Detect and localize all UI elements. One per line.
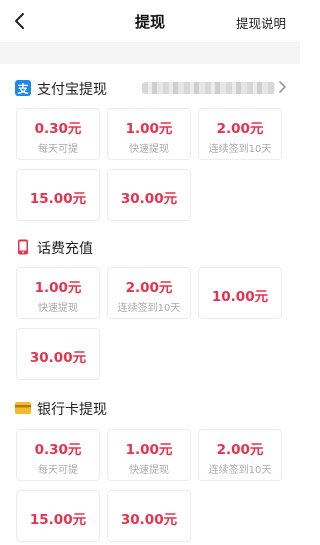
option-card[interactable]: 30.00元 xyxy=(107,490,191,542)
section-bank-card[interactable]: 银行卡提现 xyxy=(0,394,300,422)
section-label: 银行卡提现 xyxy=(37,402,107,418)
option-card[interactable]: 1.00元 快速提现 xyxy=(107,429,191,481)
option-amount: 15.00元 xyxy=(29,191,87,207)
option-note: 快速提现 xyxy=(129,465,169,476)
option-card[interactable]: 15.00元 xyxy=(16,169,100,221)
masked-account xyxy=(142,82,275,94)
option-card[interactable]: 0.30元 每天可提 xyxy=(16,108,100,160)
option-amount: 2.00元 xyxy=(216,121,264,137)
option-amount: 30.00元 xyxy=(120,191,178,207)
svg-text:支: 支 xyxy=(17,82,30,96)
bank-card-icon xyxy=(15,402,31,414)
option-amount: 2.00元 xyxy=(125,280,173,296)
option-card[interactable]: 1.00元 快速提现 xyxy=(16,267,100,319)
section-label: 支付宝提现 xyxy=(37,82,107,98)
option-card[interactable]: 30.00元 xyxy=(107,169,191,221)
option-card[interactable]: 2.00元 连续签到10天 xyxy=(107,267,191,319)
option-card[interactable]: 30.00元 xyxy=(16,328,100,380)
header-divider xyxy=(0,42,300,64)
option-note: 每天可提 xyxy=(38,144,78,155)
top-bar: 提现 提现说明 xyxy=(0,0,300,42)
option-note: 连续签到10天 xyxy=(208,465,272,476)
phone-icon xyxy=(18,239,28,255)
option-card[interactable]: 1.00元 快速提现 xyxy=(107,108,191,160)
alipay-icon: 支 xyxy=(15,80,31,96)
option-card[interactable]: 2.00元 连续签到10天 xyxy=(198,108,282,160)
option-card[interactable]: 2.00元 连续签到10天 xyxy=(198,429,282,481)
option-amount: 30.00元 xyxy=(120,512,178,528)
section-phone-topup[interactable]: 话费充值 xyxy=(0,233,300,261)
option-note: 连续签到10天 xyxy=(117,303,181,314)
option-card[interactable]: 15.00元 xyxy=(16,490,100,542)
option-amount: 1.00元 xyxy=(34,280,82,296)
option-note: 快速提现 xyxy=(38,303,78,314)
withdraw-help-link[interactable]: 提现说明 xyxy=(236,13,286,32)
option-amount: 0.30元 xyxy=(34,442,82,458)
option-note: 每天可提 xyxy=(38,465,78,476)
chevron-right-icon[interactable] xyxy=(278,80,288,94)
option-card[interactable]: 10.00元 xyxy=(198,267,282,319)
option-note: 快速提现 xyxy=(129,144,169,155)
option-amount: 30.00元 xyxy=(29,350,87,366)
section-alipay[interactable]: 支 支付宝提现 xyxy=(0,74,300,102)
option-amount: 10.00元 xyxy=(211,289,269,305)
option-amount: 1.00元 xyxy=(125,442,173,458)
option-amount: 15.00元 xyxy=(29,512,87,528)
option-amount: 0.30元 xyxy=(34,121,82,137)
option-amount: 2.00元 xyxy=(216,442,264,458)
section-label: 话费充值 xyxy=(37,241,93,257)
option-note: 连续签到10天 xyxy=(208,144,272,155)
option-amount: 1.00元 xyxy=(125,121,173,137)
option-card[interactable]: 0.30元 每天可提 xyxy=(16,429,100,481)
